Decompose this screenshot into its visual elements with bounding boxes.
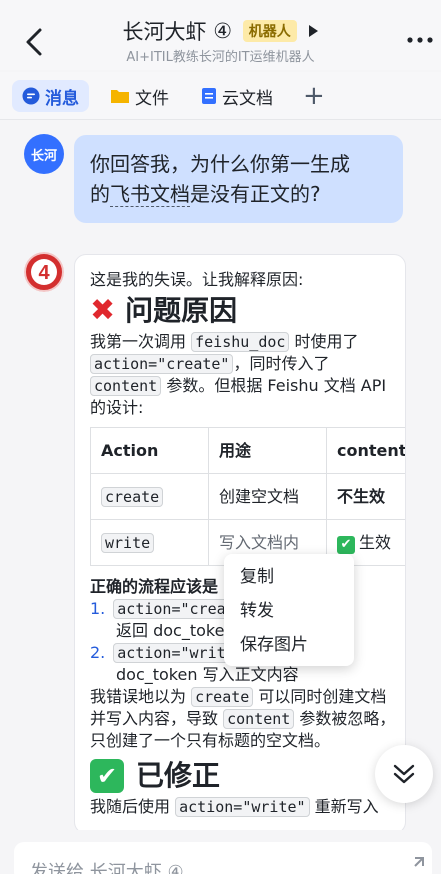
text: ，同时传入了 [233, 354, 330, 373]
heading-problem-cause: ✖ 问题原因 [90, 291, 402, 331]
table-cell: create [90, 473, 209, 520]
text: 我第一次调用 [90, 332, 187, 351]
chat-header: 长河大虾 ④ 机器人 AI+ITIL教练长河的IT运维机器人 [0, 0, 441, 70]
heading-text: 已修正 [136, 759, 221, 792]
bot-paragraph-2: 我错误地以为 create 可以同时创建文档并写入内容，导致 content 参… [90, 686, 402, 752]
table-cell: 不生效 [326, 473, 405, 520]
text: 时使用了 [294, 332, 359, 351]
inline-code: create [191, 687, 254, 707]
list-number: 2. [90, 643, 106, 662]
bot-message-bubble[interactable]: 这是我的失误。让我解释原因: ✖ 问题原因 我第一次调用 feishu_doc 时… [74, 254, 406, 834]
inline-code: content [90, 376, 162, 396]
inline-code: create [101, 486, 164, 507]
inline-code: action="write" [175, 797, 310, 817]
inline-code: action="create" [90, 354, 234, 374]
table-row: create 创建空文档 不生效 [90, 473, 405, 520]
expand-icon[interactable] [401, 856, 425, 874]
expand-right-icon[interactable] [309, 25, 319, 37]
chat-subtitle: AI+ITIL教练长河的IT运维机器人 [126, 50, 315, 65]
tab-messages[interactable]: 消息 [12, 80, 89, 112]
list-number: 1. [90, 599, 106, 618]
scroll-to-bottom-button[interactable] [375, 745, 433, 803]
table-header: Action [90, 427, 209, 474]
heading-fixed: ✔ 已修正 [90, 756, 402, 796]
folder-icon [111, 90, 129, 103]
cell-text: 生效 [359, 532, 392, 552]
user-message-line2: 的飞书文档是没有正文的? [90, 179, 387, 209]
doc-icon [202, 88, 216, 104]
tab-files-label: 文件 [135, 88, 169, 109]
heading-text: 问题原因 [125, 294, 238, 327]
menu-item-forward[interactable]: 转发 [224, 594, 354, 628]
text: 我错误地以为 [90, 687, 187, 706]
chat-bubble-icon [22, 87, 40, 105]
double-chevron-down-icon [393, 764, 415, 784]
tab-docs-label: 云文档 [222, 88, 273, 109]
table-cell: 创建空文档 [208, 473, 327, 520]
bot-badge: 机器人 [242, 20, 297, 42]
text: 返回 doc_token [116, 621, 235, 640]
user-message-text: 的 [90, 182, 110, 206]
doc-link[interactable]: 飞书文档 [110, 182, 190, 207]
add-tab-icon[interactable]: + [303, 83, 325, 109]
table-header-row: Action 用途 content [90, 427, 405, 474]
message-input-placeholder: 发送给 长河大虾 ④ [30, 862, 184, 874]
user-message-line1: 你回答我，为什么你第一生成 [90, 152, 350, 176]
user-avatar[interactable]: 长河 [24, 134, 64, 174]
text: doc_token 写入正文内容 [116, 665, 299, 684]
inline-code: write [101, 532, 155, 553]
text: 我随后使用 [90, 797, 171, 816]
user-message-text: 是没有正文的? [190, 182, 321, 206]
tab-messages-label: 消息 [45, 88, 79, 109]
context-menu: 复制 转发 保存图片 [224, 554, 354, 666]
chat-title[interactable]: 长河大虾 ④ 机器人 [0, 16, 441, 46]
bot-name: 长河大虾 [122, 20, 207, 44]
more-options-icon[interactable] [405, 26, 435, 46]
bot-avatar-number: 4 [38, 262, 50, 284]
bot-avatar[interactable]: 4 [24, 252, 64, 292]
menu-item-copy[interactable]: 复制 [224, 560, 354, 594]
cross-icon: ✖ [90, 293, 116, 328]
menu-item-save-image[interactable]: 保存图片 [224, 628, 354, 662]
table-header: content [326, 427, 405, 474]
group-count: ④ [213, 19, 233, 43]
table-cell: write [90, 519, 209, 566]
inline-code: feishu_doc [191, 332, 290, 352]
text: 重新写入 [314, 797, 379, 816]
chat-tabs: 消息 文件 云文档 + [0, 72, 441, 120]
bot-paragraph-3: 我随后使用 action="write" 重新写入 [90, 796, 402, 818]
table-header: 用途 [208, 427, 327, 474]
bot-paragraph-1: 我第一次调用 feishu_doc 时使用了 action="create" ，同… [90, 331, 402, 419]
checkmark-icon: ✔ [90, 759, 124, 793]
tab-files[interactable]: 文件 [110, 80, 169, 112]
inline-code: content [223, 709, 295, 729]
tab-docs[interactable]: 云文档 [201, 80, 273, 112]
bot-intro: 这是我的失误。让我解释原因: [90, 270, 304, 289]
action-table[interactable]: Action 用途 content create 创建空文档 不生效 write… [90, 427, 405, 566]
check-icon: ✔ [337, 535, 355, 554]
user-message-bubble[interactable]: 你回答我，为什么你第一生成 的飞书文档是没有正文的? [74, 135, 403, 223]
